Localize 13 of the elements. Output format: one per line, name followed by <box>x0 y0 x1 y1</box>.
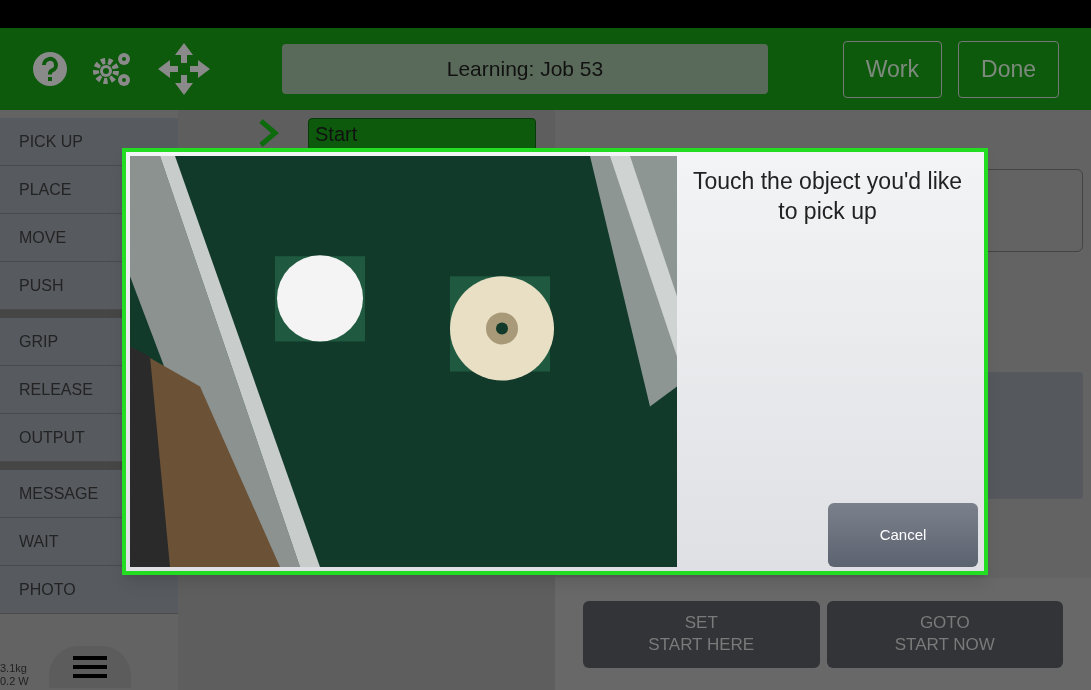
help-icon[interactable] <box>32 51 68 87</box>
weight-reading: 3.1kg <box>0 662 28 675</box>
cancel-button[interactable]: Cancel <box>828 503 978 567</box>
dialog-prompt: Touch the object you'd like to pick up <box>692 167 963 226</box>
chevron-icon <box>258 118 280 148</box>
menu-icon <box>72 656 107 678</box>
menu-button[interactable] <box>48 646 131 688</box>
header-button[interactable]: Work <box>842 40 942 98</box>
header-button[interactable]: Done <box>958 40 1059 98</box>
sidebar-item[interactable]: PHOTO <box>0 566 178 614</box>
power-reading: 0.2 W <box>0 675 29 688</box>
title-field: Learning: Job 53 <box>282 44 768 94</box>
move-arrows-icon[interactable] <box>156 41 212 97</box>
